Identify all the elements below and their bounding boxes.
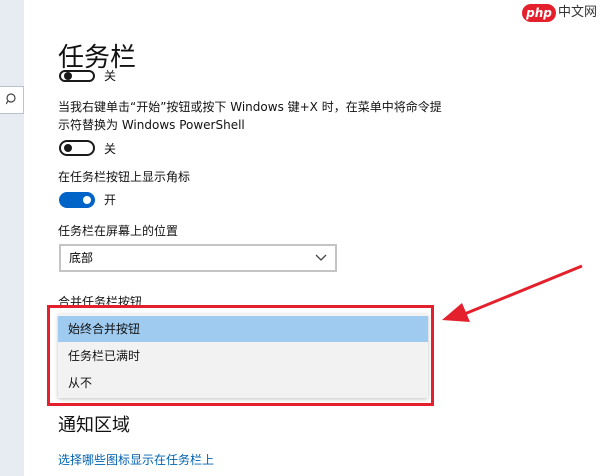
- notification-section-title: 通知区域: [58, 415, 130, 436]
- notification-icons-link[interactable]: 选择哪些图标显示在任务栏上: [58, 451, 214, 469]
- logo-php-text: php: [522, 4, 556, 22]
- php-cn-watermark-logo: php 中文网: [520, 2, 598, 28]
- annotation-arrow: [442, 264, 583, 322]
- logo-site-text: 中文网: [558, 5, 598, 20]
